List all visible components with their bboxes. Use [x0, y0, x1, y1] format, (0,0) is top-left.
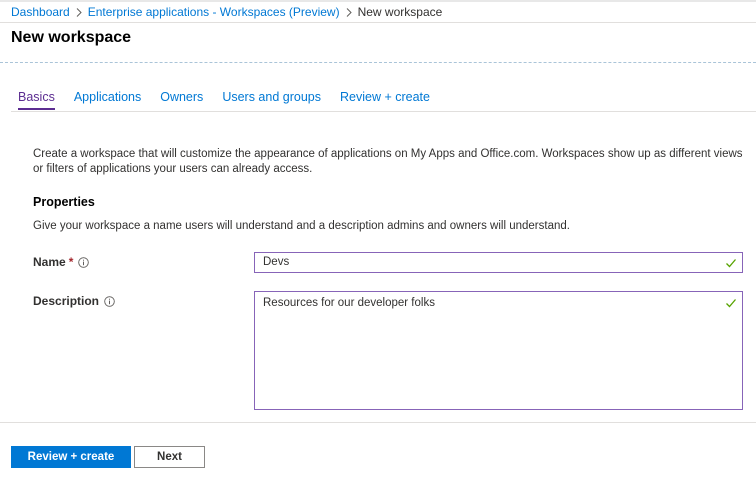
description-label-row: Description [33, 294, 115, 308]
page-title: New workspace [11, 29, 132, 46]
chevron-right-icon [76, 7, 82, 17]
section-description: Give your workspace a name users will un… [33, 220, 570, 232]
name-label: Name [33, 255, 66, 269]
chevron-right-icon [346, 7, 352, 17]
divider [0, 422, 756, 423]
checkmark-icon [725, 256, 737, 274]
tab-basics[interactable]: Basics [11, 90, 55, 110]
tab-owners[interactable]: Owners [160, 90, 203, 110]
breadcrumb: Dashboard Enterprise applications - Work… [11, 5, 442, 19]
tab-users-and-groups[interactable]: Users and groups [222, 90, 321, 110]
required-marker: * [68, 255, 74, 269]
info-icon[interactable] [78, 256, 90, 268]
breadcrumb-current: New workspace [357, 5, 443, 19]
divider [11, 111, 756, 112]
info-icon[interactable] [104, 295, 115, 307]
name-label-row: Name * [33, 255, 90, 269]
breadcrumb-dashboard[interactable]: Dashboard [11, 5, 70, 19]
checkmark-icon [725, 296, 737, 314]
tab-review-create[interactable]: Review + create [340, 90, 430, 110]
description-label: Description [33, 294, 100, 308]
divider [0, 22, 756, 23]
description-field-value: Resources for our developer folks [263, 297, 435, 309]
tab-bar: Basics Applications Owners Users and gro… [11, 90, 430, 110]
tab-applications[interactable]: Applications [74, 90, 141, 110]
intro-text: Create a workspace that will customize t… [33, 148, 743, 175]
review-create-button[interactable]: Review + create [11, 446, 131, 468]
divider [0, 62, 756, 63]
breadcrumb-workspaces[interactable]: Enterprise applications - Workspaces (Pr… [88, 5, 340, 19]
top-strip [0, 0, 756, 2]
next-button[interactable]: Next [134, 446, 205, 468]
name-field[interactable]: Devs [254, 252, 743, 273]
description-field[interactable]: Resources for our developer folks [254, 291, 743, 410]
section-heading: Properties [33, 195, 95, 209]
name-field-value: Devs [263, 256, 290, 268]
